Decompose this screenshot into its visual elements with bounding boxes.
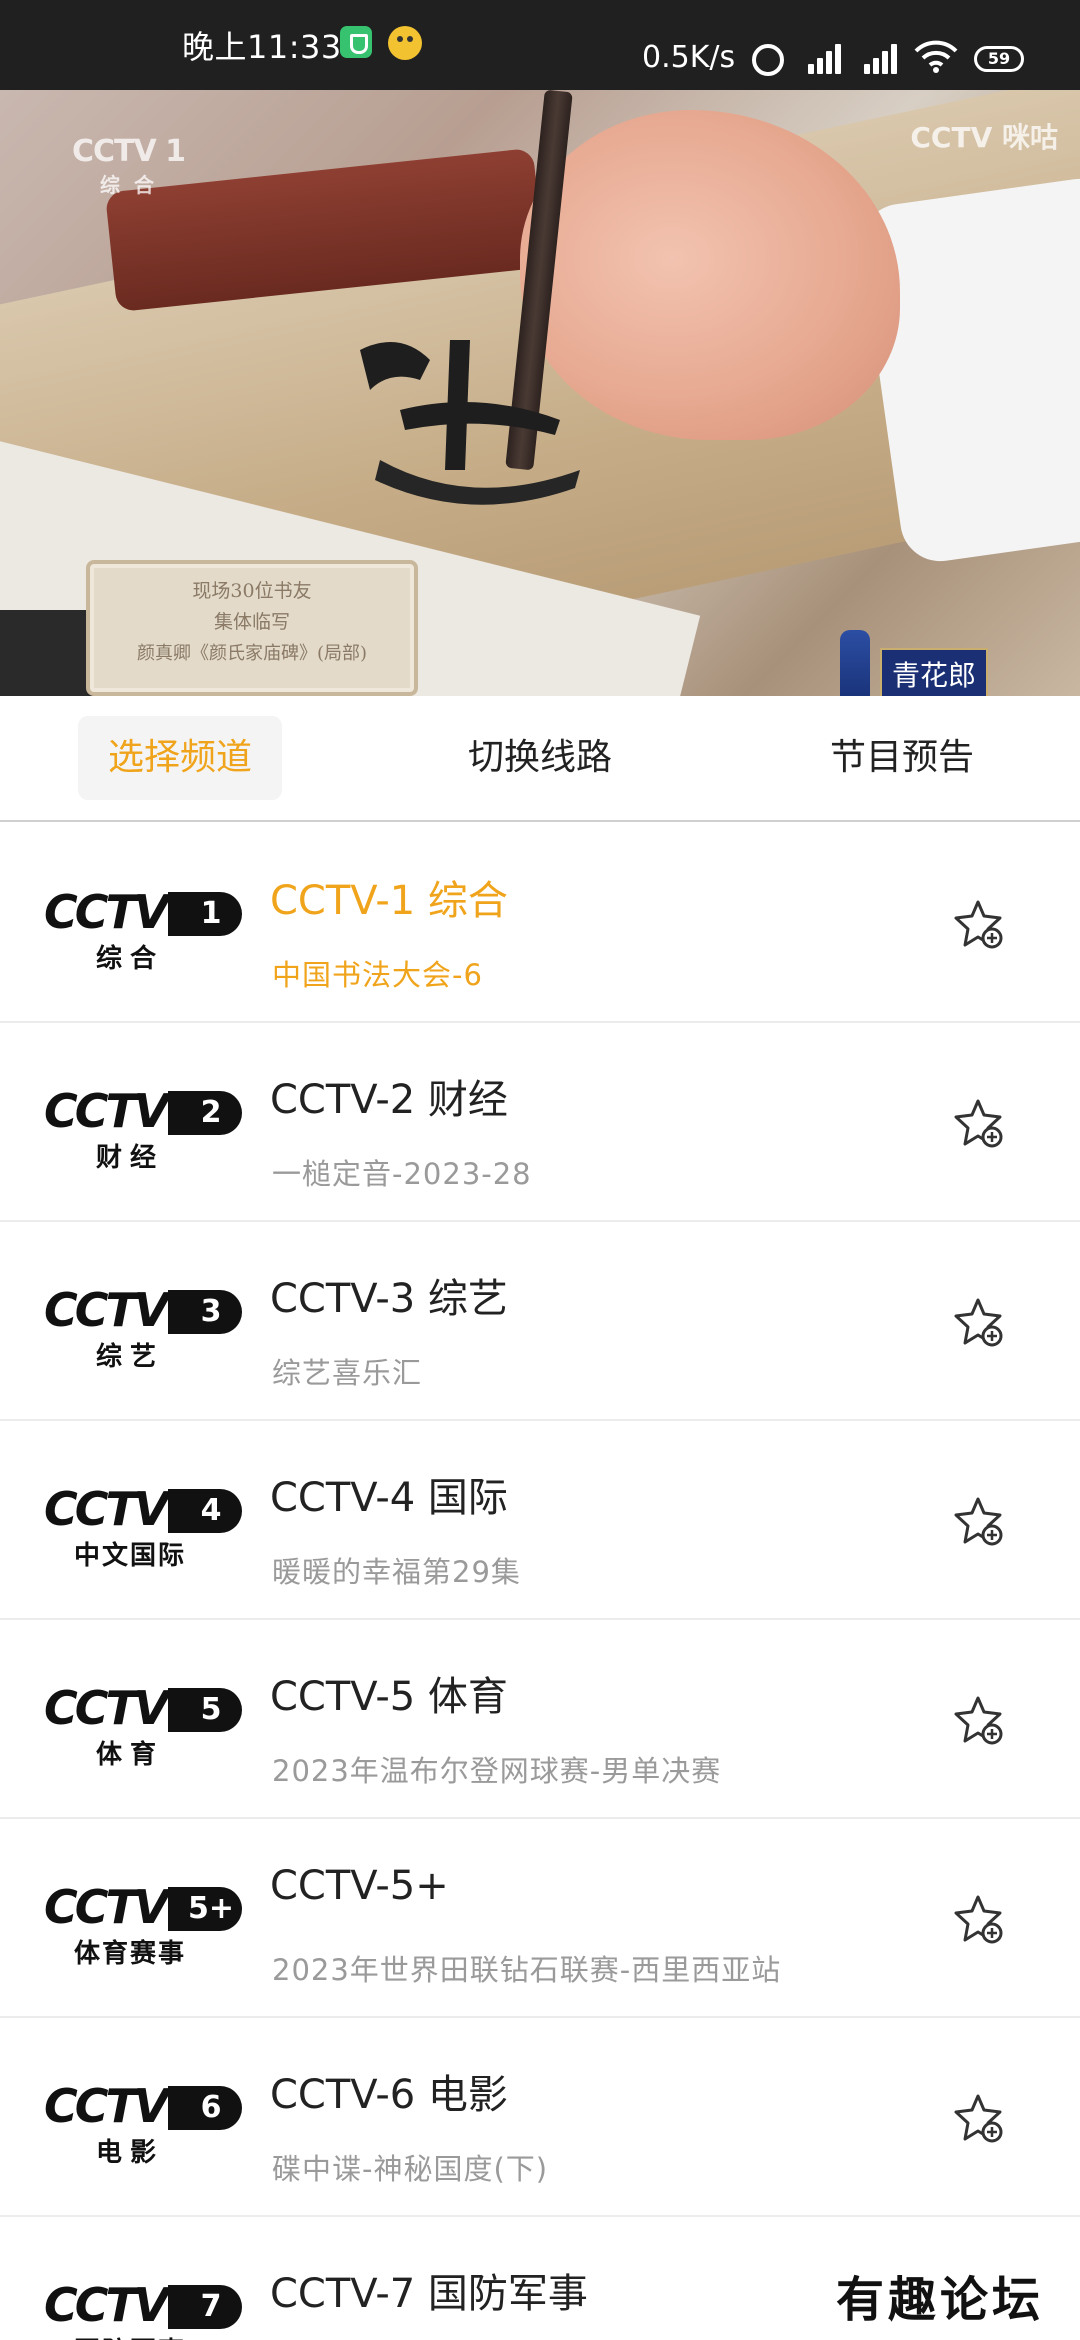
favorite-add-icon[interactable] — [952, 1495, 1008, 1551]
favorite-add-icon[interactable] — [952, 1097, 1008, 1153]
channel-logo: CCTV 6 电影 — [44, 2082, 242, 2172]
signal-icon-2 — [860, 44, 900, 74]
channel-name: CCTV-5 体育 — [270, 1674, 508, 1720]
channel-logo: CCTV 5+ 体育赛事 — [44, 1883, 242, 1973]
current-program: 一槌定音-2023-28 — [272, 1157, 532, 1191]
forum-watermark: 有趣论坛 — [836, 2272, 1045, 2328]
battery-icon: 59 — [974, 46, 1024, 72]
list-item[interactable]: CCTV 3 综艺 CCTV-3 综艺 综艺喜乐汇 — [0, 1222, 1080, 1421]
channel-logo: CCTV 2 财经 — [44, 1087, 242, 1177]
tab-select-channel[interactable]: 选择频道 — [78, 716, 282, 800]
channel-logo: CCTV 5 体育 — [44, 1684, 242, 1774]
app-watermark: CCTV 咪咕 — [910, 121, 1058, 154]
favorite-add-icon[interactable] — [952, 1893, 1008, 1949]
channel-logo: CCTV 7 国防军事 — [44, 2281, 242, 2340]
list-item[interactable]: CCTV 2 财经 CCTV-2 财经 一槌定音-2023-28 — [0, 1023, 1080, 1222]
network-speed: 0.5K/s — [642, 40, 736, 75]
channel-name: CCTV-6 电影 — [270, 2072, 508, 2118]
current-program: 碟中谍-神秘国度(下) — [272, 2152, 549, 2186]
channel-name: CCTV-3 综艺 — [270, 1276, 508, 1322]
alarm-icon — [752, 44, 784, 76]
channel-list: CCTV 1 综合 CCTV-1 综合 中国书法大会-6 CCTV 2 财经 C… — [0, 824, 1080, 2340]
channel-logo: CCTV 4 中文国际 — [44, 1485, 242, 1575]
channel-name: CCTV-1 综合 — [270, 878, 508, 924]
channel-logo: CCTV 3 综艺 — [44, 1286, 242, 1376]
video-caption: 现场30位书友 集体临写 颜真卿《颜氏家庙碑》(局部) — [86, 560, 418, 696]
favorite-add-icon[interactable] — [952, 1694, 1008, 1750]
list-item[interactable]: CCTV 5 体育 CCTV-5 体育 2023年温布尔登网球赛-男单决赛 — [0, 1620, 1080, 1819]
calligraphy-stroke — [360, 340, 580, 505]
favorite-add-icon[interactable] — [952, 1296, 1008, 1352]
channel-logo: CCTV 1 综合 — [44, 888, 242, 978]
current-program: 中国书法大会-6 — [272, 958, 483, 992]
bottle-icon — [840, 630, 870, 696]
status-bar: 晚上11:33 0.5K/s 59 — [0, 0, 1080, 90]
current-program: 综艺喜乐汇 — [272, 1356, 423, 1390]
wifi-icon — [914, 40, 958, 73]
current-program: 2023年世界田联钻石联赛-西里西亚站 — [272, 1953, 782, 1987]
favorite-add-icon[interactable] — [952, 2092, 1008, 2148]
signal-icon — [804, 44, 844, 74]
current-program: 2023年温布尔登网球赛-男单决赛 — [272, 1754, 722, 1788]
channel-name: CCTV-2 财经 — [270, 1077, 508, 1123]
list-item[interactable]: CCTV 4 中文国际 CCTV-4 国际 暖暖的幸福第29集 — [0, 1421, 1080, 1620]
channel-name: CCTV-5+ — [270, 1863, 449, 1909]
tab-switch-line[interactable]: 切换线路 — [438, 716, 642, 800]
shield-icon — [340, 26, 372, 58]
tab-bar: 选择频道 切换线路 节目预告 — [0, 696, 1080, 822]
channel-name: CCTV-4 国际 — [270, 1475, 508, 1521]
favorite-add-icon[interactable] — [952, 898, 1008, 954]
status-time: 晚上11:33 — [182, 28, 342, 66]
sponsor-badge: 青花郎 — [840, 630, 989, 696]
list-item[interactable]: CCTV 5+ 体育赛事 CCTV-5+ 2023年世界田联钻石联赛-西里西亚站 — [0, 1819, 1080, 2018]
video-player[interactable]: CCTV 1 综合 CCTV 咪咕 现场30位书友 集体临写 颜真卿《颜氏家庙碑… — [0, 90, 1080, 696]
current-program: 暖暖的幸福第29集 — [272, 1555, 521, 1589]
list-item[interactable]: CCTV 1 综合 CCTV-1 综合 中国书法大会-6 — [0, 824, 1080, 1023]
channel-watermark: CCTV 1 综合 — [72, 134, 186, 197]
channel-name: CCTV-7 国防军事 — [270, 2271, 588, 2317]
list-item[interactable]: CCTV 6 电影 CCTV-6 电影 碟中谍-神秘国度(下) — [0, 2018, 1080, 2217]
tab-program-guide[interactable]: 节目预告 — [800, 716, 1004, 800]
bunny-app-icon — [388, 26, 422, 60]
